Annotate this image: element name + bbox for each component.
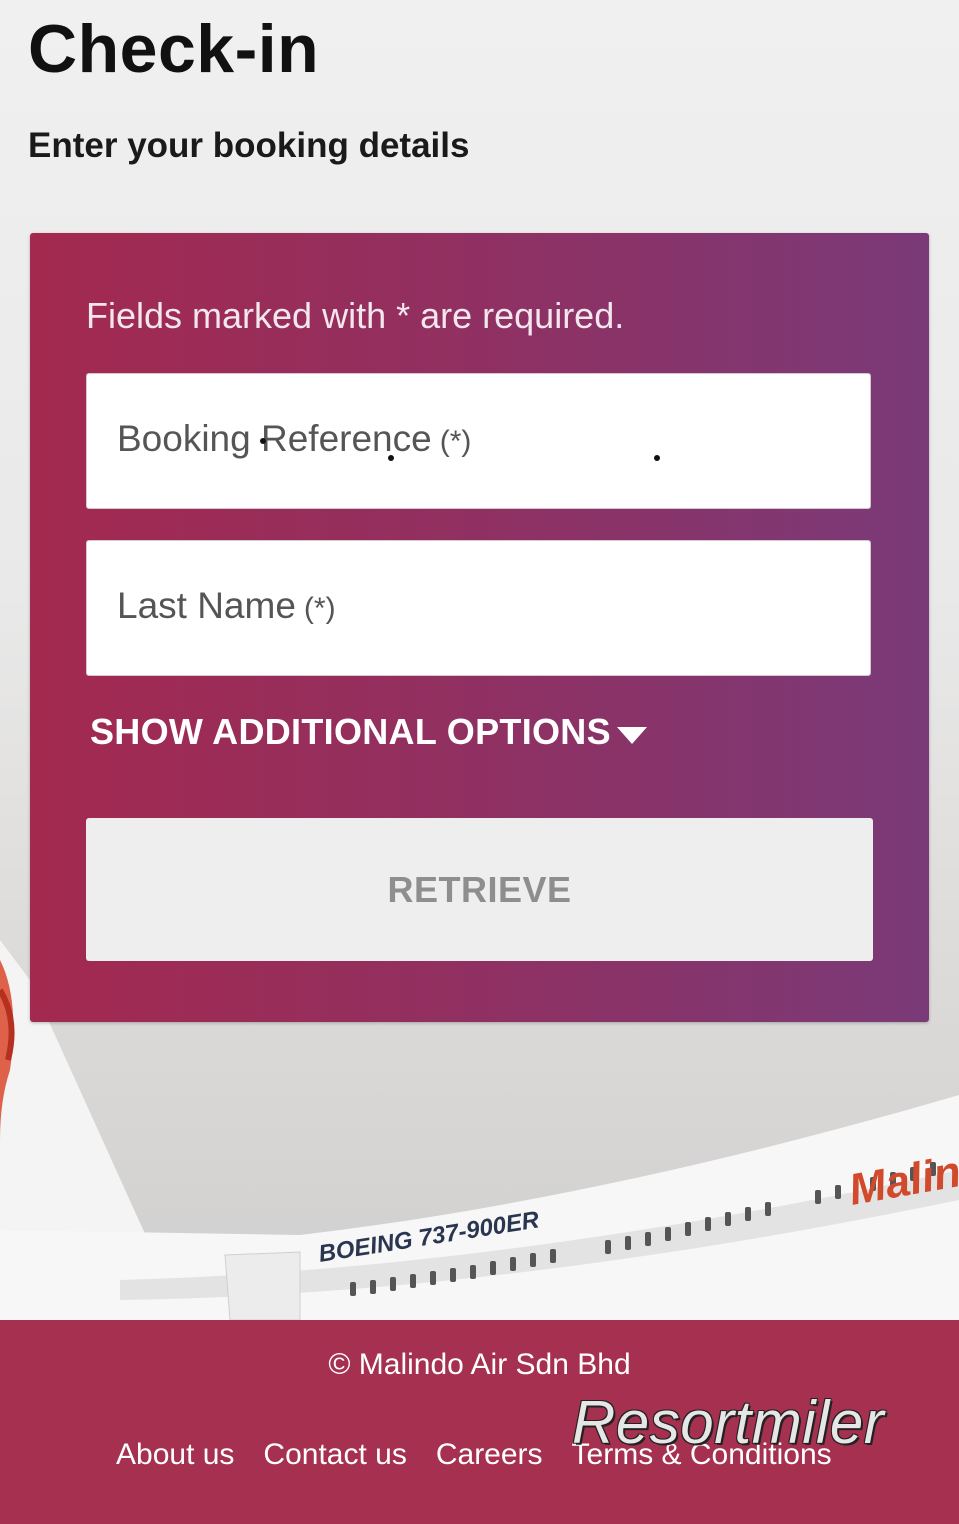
- page-subtitle: Enter your booking details: [28, 126, 470, 165]
- required-marker: (*): [303, 592, 336, 625]
- required-fields-note: Fields marked with * are required.: [86, 295, 625, 336]
- footer-link-about-us[interactable]: About us: [116, 1438, 234, 1472]
- page-title: Check-in: [28, 11, 320, 87]
- watermark: Resortmiler: [572, 1389, 885, 1456]
- booking-reference-label-text: Booking Reference: [117, 418, 432, 459]
- touch-dot: [654, 455, 660, 461]
- show-additional-options-label: SHOW ADDITIONAL OPTIONS: [90, 711, 611, 752]
- show-additional-options-toggle[interactable]: SHOW ADDITIONAL OPTIONS: [90, 711, 647, 753]
- retrieve-button[interactable]: RETRIEVE: [86, 818, 873, 961]
- footer-link-careers[interactable]: Careers: [436, 1438, 543, 1472]
- booking-reference-field[interactable]: Booking Reference (*): [86, 373, 871, 509]
- last-name-label: Last Name (*): [117, 585, 336, 627]
- caret-down-icon: [616, 726, 647, 744]
- booking-form-card: Fields marked with * are required. Booki…: [30, 233, 929, 1022]
- booking-reference-label: Booking Reference (*): [117, 418, 471, 460]
- footer-link-contact-us[interactable]: Contact us: [263, 1438, 406, 1472]
- touch-dot: [260, 438, 266, 444]
- required-marker: (*): [439, 425, 472, 458]
- last-name-label-text: Last Name: [117, 585, 296, 626]
- last-name-field[interactable]: Last Name (*): [86, 540, 871, 676]
- footer: © Malindo Air Sdn Bhd About us Contact u…: [0, 1320, 959, 1524]
- touch-dot: [388, 455, 394, 461]
- copyright-text: © Malindo Air Sdn Bhd: [328, 1348, 631, 1381]
